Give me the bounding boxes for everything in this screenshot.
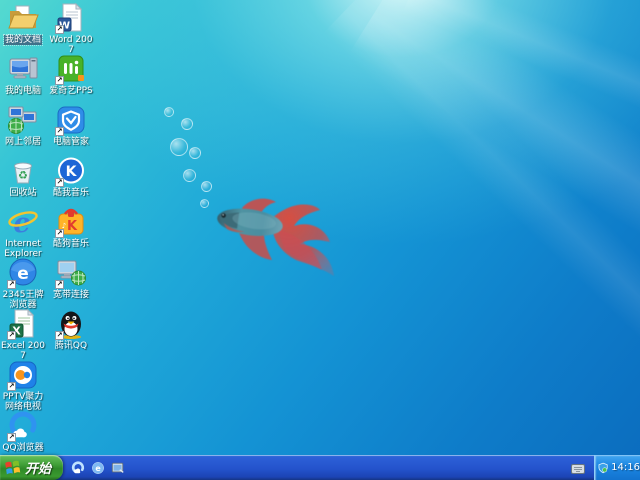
- windows-flag-icon: [5, 460, 21, 474]
- shortcut-arrow-icon: ↗: [7, 331, 16, 340]
- language-indicator-icon[interactable]: [571, 460, 585, 474]
- start-button[interactable]: 开始: [0, 455, 63, 480]
- icon-label: 宽带连接: [52, 290, 89, 300]
- my-computer-icon: [7, 53, 39, 85]
- desktop-icon-my-computer[interactable]: 我的电脑: [0, 53, 46, 96]
- pc-manager-icon: ↗: [55, 104, 87, 136]
- icon-label: 我的电脑: [4, 86, 41, 96]
- shortcut-arrow-icon: ↗: [55, 76, 64, 85]
- light-ray: [402, 0, 640, 275]
- show-desktop-icon[interactable]: [110, 460, 125, 475]
- shortcut-arrow-icon: ↗: [55, 127, 64, 136]
- qq-browser-quick-icon[interactable]: [70, 460, 85, 475]
- desktop-icon-kuwo-music[interactable]: K ↗ 酷我音乐: [48, 155, 94, 198]
- kuwo-music-icon: K ↗: [55, 155, 87, 187]
- pptv-icon: ↗: [7, 359, 39, 391]
- betta-fish: [217, 198, 334, 276]
- desktop[interactable]: 我的文档 我的电脑 网上邻居 ♻ 回收站 e Internet Explorer…: [0, 0, 640, 480]
- svg-text:e: e: [95, 464, 100, 473]
- icon-label: 腾讯QQ: [54, 341, 88, 351]
- start-button-label: 开始: [25, 462, 52, 477]
- my-documents-icon: [7, 2, 39, 34]
- desktop-icon-excel-2007[interactable]: X ↗ Excel 2007: [0, 308, 46, 361]
- icon-label: QQ浏览器: [2, 443, 44, 453]
- network-places-icon: [7, 104, 39, 136]
- light-ray: [323, 0, 640, 480]
- tencent-qq-icon: ↗: [55, 308, 87, 340]
- desktop-icon-tencent-qq[interactable]: ↗ 腾讯QQ: [48, 308, 94, 351]
- desktop-icon-internet-explorer[interactable]: e Internet Explorer: [0, 206, 46, 259]
- desktop-icon-2345-browser[interactable]: e ↗ 2345王牌浏览器: [0, 257, 46, 310]
- recycle-bin-icon: ♻: [7, 155, 39, 187]
- icon-label: Word 2007: [49, 35, 93, 55]
- icon-label: Internet Explorer: [4, 239, 42, 259]
- kugou-music-icon: K ♪ ↗: [55, 206, 87, 238]
- system-tray[interactable]: 14:16: [594, 455, 640, 480]
- bubble: [170, 138, 188, 156]
- icon-label: 回收站: [9, 188, 37, 198]
- desktop-icon-network-places[interactable]: 网上邻居: [0, 104, 46, 147]
- icon-label: 2345王牌浏览器: [2, 290, 44, 310]
- icon-label: 电脑管家: [52, 137, 89, 147]
- icon-label: 爱奇艺PPS: [49, 86, 93, 96]
- svg-text:K: K: [66, 164, 78, 180]
- desktop-icon-my-documents[interactable]: 我的文档: [0, 2, 46, 46]
- icon-label: 我的文档: [2, 34, 44, 46]
- desktop-icon-recycle-bin[interactable]: ♻ 回收站: [0, 155, 46, 198]
- svg-text:♻: ♻: [18, 169, 28, 182]
- light-ray: [349, 0, 640, 456]
- desktop-icon-qq-browser[interactable]: ↗ QQ浏览器: [0, 410, 46, 453]
- desktop-icon-broadband-connection[interactable]: ↗ 宽带连接: [48, 257, 94, 300]
- icon-label: 酷狗音乐: [52, 239, 89, 249]
- excel-icon: X ↗: [7, 308, 39, 340]
- shortcut-arrow-icon: ↗: [7, 433, 16, 442]
- icon-label: PPTV聚力 网络电视: [2, 392, 44, 412]
- shortcut-arrow-icon: ↗: [7, 382, 16, 391]
- broadband-connection-icon: ↗: [55, 257, 87, 289]
- 2345-browser-icon: e ↗: [7, 257, 39, 289]
- quick-launch-bar: e: [70, 455, 125, 480]
- shortcut-arrow-icon: ↗: [55, 280, 64, 289]
- qq-browser-icon: ↗: [7, 410, 39, 442]
- word-icon: W ↗: [55, 2, 87, 34]
- desktop-icon-iqiyi-pps[interactable]: ↗ 爱奇艺PPS: [48, 53, 94, 96]
- desktop-icon-word-2007[interactable]: W ↗ Word 2007: [48, 2, 94, 55]
- desktop-icon-kugou-music[interactable]: K ♪ ↗ 酷狗音乐: [48, 206, 94, 249]
- bubble: [189, 147, 201, 159]
- pc-manager-tray-icon[interactable]: [598, 461, 608, 475]
- svg-text:K: K: [67, 219, 78, 234]
- desktop-icon-pptv[interactable]: ↗ PPTV聚力 网络电视: [0, 359, 46, 412]
- bubble: [164, 107, 174, 117]
- svg-text:e: e: [17, 264, 29, 284]
- taskbar: 开始 e 14:16: [0, 455, 640, 480]
- iqiyi-pps-icon: ↗: [55, 53, 87, 85]
- shortcut-arrow-icon: ↗: [55, 25, 64, 34]
- bubble: [181, 118, 193, 130]
- shortcut-arrow-icon: ↗: [55, 229, 64, 238]
- bubble: [183, 169, 196, 182]
- desktop-icon-pc-manager[interactable]: ↗ 电脑管家: [48, 104, 94, 147]
- icon-label: 网上邻居: [4, 137, 41, 147]
- icon-label: 酷我音乐: [52, 188, 89, 198]
- tray-clock[interactable]: 14:16: [611, 462, 640, 473]
- 2345-browser-quick-icon[interactable]: e: [90, 460, 105, 475]
- shortcut-arrow-icon: ↗: [55, 331, 64, 340]
- shortcut-arrow-icon: ↗: [7, 280, 16, 289]
- internet-explorer-icon: e: [7, 206, 39, 238]
- icon-label: Excel 2007: [1, 341, 45, 361]
- shortcut-arrow-icon: ↗: [55, 178, 64, 187]
